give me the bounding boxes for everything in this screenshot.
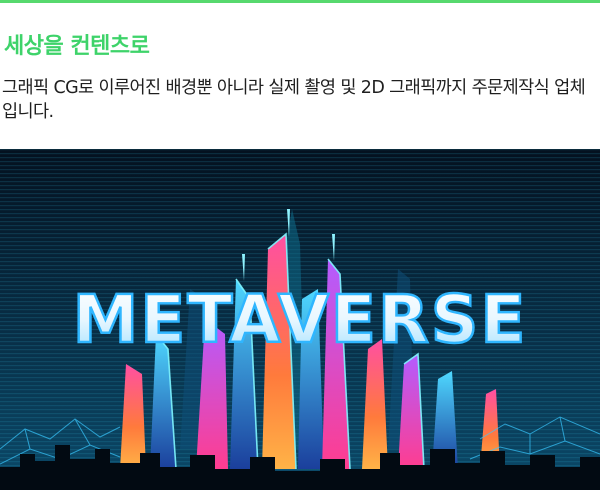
section-title: 세상을 컨텐츠로	[4, 34, 150, 59]
metaverse-illustration: METAVERSE	[0, 149, 600, 490]
section-description: 그래픽 CG로 이루어진 배경뿐 아니라 실제 촬영 및 2D 그래픽까지 주문…	[2, 78, 586, 122]
top-divider	[0, 0, 600, 3]
metaverse-hero-image: METAVERSE	[0, 149, 600, 490]
content-section: 세상을 컨텐츠로 그래픽 CG로 이루어진 배경뿐 아니라 실제 촬영 및 2D…	[0, 0, 600, 490]
metaverse-headline: METAVERSE	[73, 281, 528, 358]
